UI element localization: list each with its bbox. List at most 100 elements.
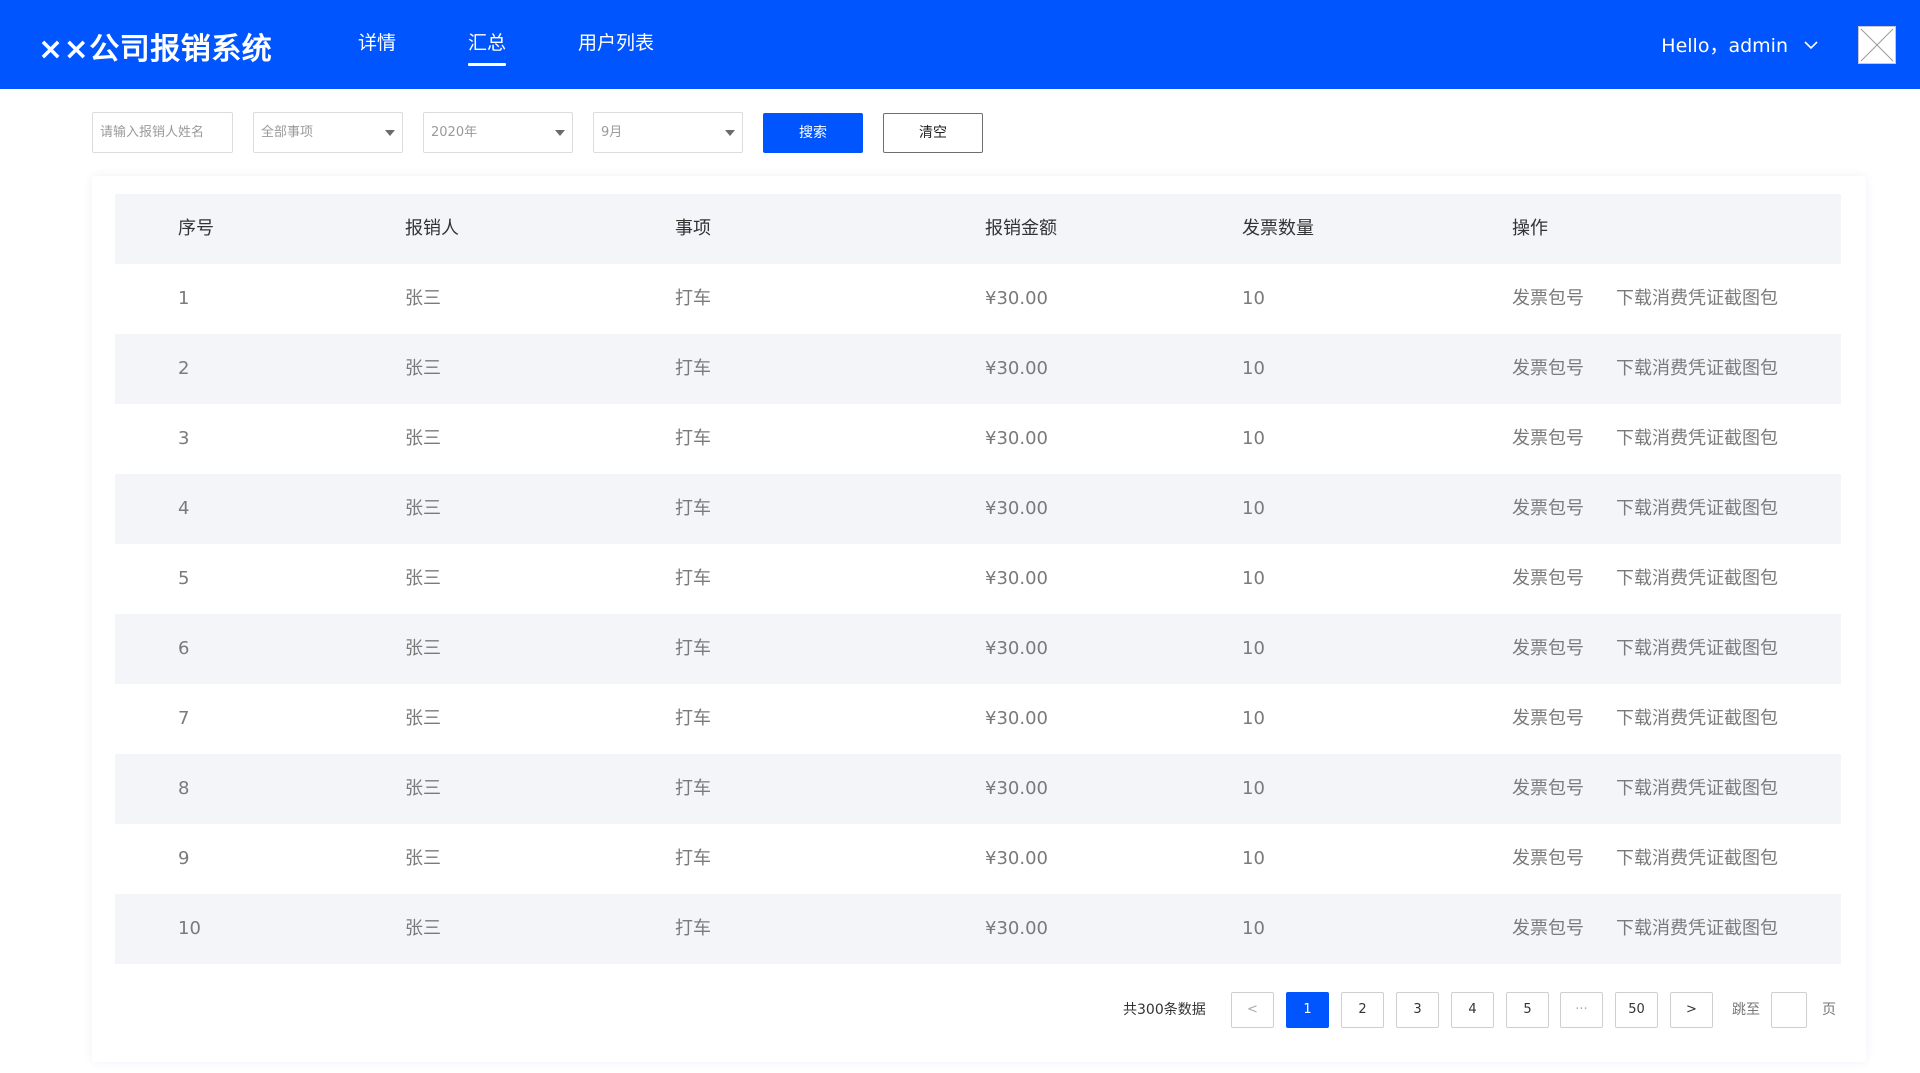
row-item: 打车 bbox=[675, 778, 711, 799]
row-actions: 发票包号 下载消费凭证截图包 bbox=[1512, 824, 1810, 894]
row-invoice-count: 10 bbox=[1242, 428, 1265, 449]
invoice-package-link[interactable]: 发票包号 bbox=[1512, 894, 1584, 964]
column-header-actions: 操作 bbox=[1512, 218, 1548, 239]
search-button[interactable]: 搜索 bbox=[763, 113, 863, 153]
user-greeting: Hello，admin bbox=[1661, 35, 1788, 57]
invoice-package-link[interactable]: 发票包号 bbox=[1512, 684, 1584, 754]
row-actions: 发票包号 下载消费凭证截图包 bbox=[1512, 754, 1810, 824]
invoice-package-link[interactable]: 发票包号 bbox=[1512, 754, 1584, 824]
row-amount: ¥30.00 bbox=[985, 918, 1048, 939]
table-row: 9 张三 打车 ¥30.00 10 发票包号 下载消费凭证截图包 bbox=[115, 824, 1841, 894]
row-actions: 发票包号 下载消费凭证截图包 bbox=[1512, 334, 1810, 404]
row-index: 3 bbox=[178, 428, 190, 449]
name-search-box bbox=[92, 112, 233, 153]
summary-card: 序号 报销人 事项 报销金额 发票数量 操作 1 张三 打车 ¥30.00 10 发票包号… bbox=[92, 176, 1866, 1062]
avatar[interactable] bbox=[1858, 26, 1896, 64]
download-receipts-link[interactable]: 下载消费凭证截图包 bbox=[1616, 264, 1778, 334]
row-index: 8 bbox=[178, 778, 190, 799]
download-receipts-link[interactable]: 下载消费凭证截图包 bbox=[1616, 404, 1778, 474]
page-ellipsis[interactable]: ··· bbox=[1560, 992, 1603, 1028]
table-row: 6 张三 打车 ¥30.00 10 发票包号 下载消费凭证截图包 bbox=[115, 614, 1841, 684]
download-receipts-link[interactable]: 下载消费凭证截图包 bbox=[1616, 614, 1778, 684]
nav-tab-summary[interactable]: 汇总 bbox=[468, 0, 507, 89]
month-select[interactable]: 9月 bbox=[593, 112, 743, 153]
caret-down-icon bbox=[555, 130, 565, 136]
chevron-down-icon bbox=[1804, 40, 1818, 49]
download-receipts-link[interactable]: 下载消费凭证截图包 bbox=[1616, 894, 1778, 964]
month-select-value: 9月 bbox=[601, 125, 623, 140]
row-invoice-count: 10 bbox=[1242, 288, 1265, 309]
nav-tab-user-list[interactable]: 用户列表 bbox=[578, 0, 654, 89]
invoice-package-link[interactable]: 发票包号 bbox=[1512, 404, 1584, 474]
download-receipts-link[interactable]: 下载消费凭证截图包 bbox=[1616, 684, 1778, 754]
download-receipts-link[interactable]: 下载消费凭证截图包 bbox=[1616, 824, 1778, 894]
row-person: 张三 bbox=[405, 918, 441, 939]
nav-tab-details[interactable]: 详情 bbox=[358, 0, 396, 89]
invoice-package-link[interactable]: 发票包号 bbox=[1512, 824, 1584, 894]
row-amount: ¥30.00 bbox=[985, 498, 1048, 519]
invoice-package-link[interactable]: 发票包号 bbox=[1512, 334, 1584, 404]
invoice-package-link[interactable]: 发票包号 bbox=[1512, 544, 1584, 614]
row-person: 张三 bbox=[405, 358, 441, 379]
column-header-index: 序号 bbox=[178, 218, 214, 239]
download-receipts-link[interactable]: 下载消费凭证截图包 bbox=[1616, 754, 1778, 824]
page-button-5[interactable]: 5 bbox=[1506, 992, 1549, 1028]
year-select[interactable]: 2020年 bbox=[423, 112, 573, 153]
row-amount: ¥30.00 bbox=[985, 288, 1048, 309]
user-menu[interactable]: Hello，admin bbox=[1661, 0, 1818, 89]
main-nav: 详情 汇总 用户列表 bbox=[358, 0, 726, 89]
jump-page-input[interactable] bbox=[1772, 993, 1806, 1027]
page-button-1[interactable]: 1 bbox=[1286, 992, 1329, 1028]
download-receipts-link[interactable]: 下载消费凭证截图包 bbox=[1616, 334, 1778, 404]
row-item: 打车 bbox=[675, 288, 711, 309]
page-unit-label: 页 bbox=[1822, 1002, 1836, 1018]
download-receipts-link[interactable]: 下载消费凭证截图包 bbox=[1616, 474, 1778, 544]
table-row: 1 张三 打车 ¥30.00 10 发票包号 下载消费凭证截图包 bbox=[115, 264, 1841, 334]
row-invoice-count: 10 bbox=[1242, 568, 1265, 589]
jump-label: 跳至 bbox=[1732, 1002, 1760, 1018]
download-receipts-link[interactable]: 下载消费凭证截图包 bbox=[1616, 544, 1778, 614]
row-index: 1 bbox=[178, 288, 190, 309]
row-index: 5 bbox=[178, 568, 190, 589]
next-page-button[interactable]: > bbox=[1670, 992, 1713, 1028]
item-select[interactable]: 全部事项 bbox=[253, 112, 403, 153]
column-header-item: 事项 bbox=[675, 218, 711, 239]
table-body: 1 张三 打车 ¥30.00 10 发票包号 下载消费凭证截图包 2 张三 打车 ¥30.00 10 发… bbox=[115, 264, 1841, 964]
column-header-amount: 报销金额 bbox=[985, 218, 1057, 239]
table-row: 10 张三 打车 ¥30.00 10 发票包号 下载消费凭证截图包 bbox=[115, 894, 1841, 964]
row-person: 张三 bbox=[405, 498, 441, 519]
prev-page-button[interactable]: < bbox=[1231, 992, 1274, 1028]
page-button-2[interactable]: 2 bbox=[1341, 992, 1384, 1028]
clear-button[interactable]: 清空 bbox=[883, 113, 983, 153]
caret-down-icon bbox=[725, 130, 735, 136]
top-header: ××公司报销系统 详情 汇总 用户列表 Hello，admin bbox=[0, 0, 1920, 89]
row-item: 打车 bbox=[675, 358, 711, 379]
page-button-3[interactable]: 3 bbox=[1396, 992, 1439, 1028]
row-amount: ¥30.00 bbox=[985, 568, 1048, 589]
year-select-value: 2020年 bbox=[431, 125, 478, 140]
row-amount: ¥30.00 bbox=[985, 708, 1048, 729]
invoice-package-link[interactable]: 发票包号 bbox=[1512, 474, 1584, 544]
row-person: 张三 bbox=[405, 778, 441, 799]
page-button-50[interactable]: 50 bbox=[1615, 992, 1658, 1028]
row-amount: ¥30.00 bbox=[985, 778, 1048, 799]
table-row: 7 张三 打车 ¥30.00 10 发票包号 下载消费凭证截图包 bbox=[115, 684, 1841, 754]
row-item: 打车 bbox=[675, 568, 711, 589]
row-actions: 发票包号 下载消费凭证截图包 bbox=[1512, 684, 1810, 754]
row-person: 张三 bbox=[405, 848, 441, 869]
row-actions: 发票包号 下载消费凭证截图包 bbox=[1512, 264, 1810, 334]
row-index: 4 bbox=[178, 498, 190, 519]
invoice-package-link[interactable]: 发票包号 bbox=[1512, 614, 1584, 684]
table-row: 2 张三 打车 ¥30.00 10 发票包号 下载消费凭证截图包 bbox=[115, 334, 1841, 404]
page-button-4[interactable]: 4 bbox=[1451, 992, 1494, 1028]
invoice-package-link[interactable]: 发票包号 bbox=[1512, 264, 1584, 334]
row-actions: 发票包号 下载消费凭证截图包 bbox=[1512, 404, 1810, 474]
row-index: 2 bbox=[178, 358, 190, 379]
row-actions: 发票包号 下载消费凭证截图包 bbox=[1512, 544, 1810, 614]
row-invoice-count: 10 bbox=[1242, 708, 1265, 729]
name-search-input[interactable] bbox=[100, 125, 225, 140]
row-person: 张三 bbox=[405, 638, 441, 659]
row-person: 张三 bbox=[405, 708, 441, 729]
column-header-invoice-count: 发票数量 bbox=[1242, 218, 1314, 239]
row-item: 打车 bbox=[675, 638, 711, 659]
